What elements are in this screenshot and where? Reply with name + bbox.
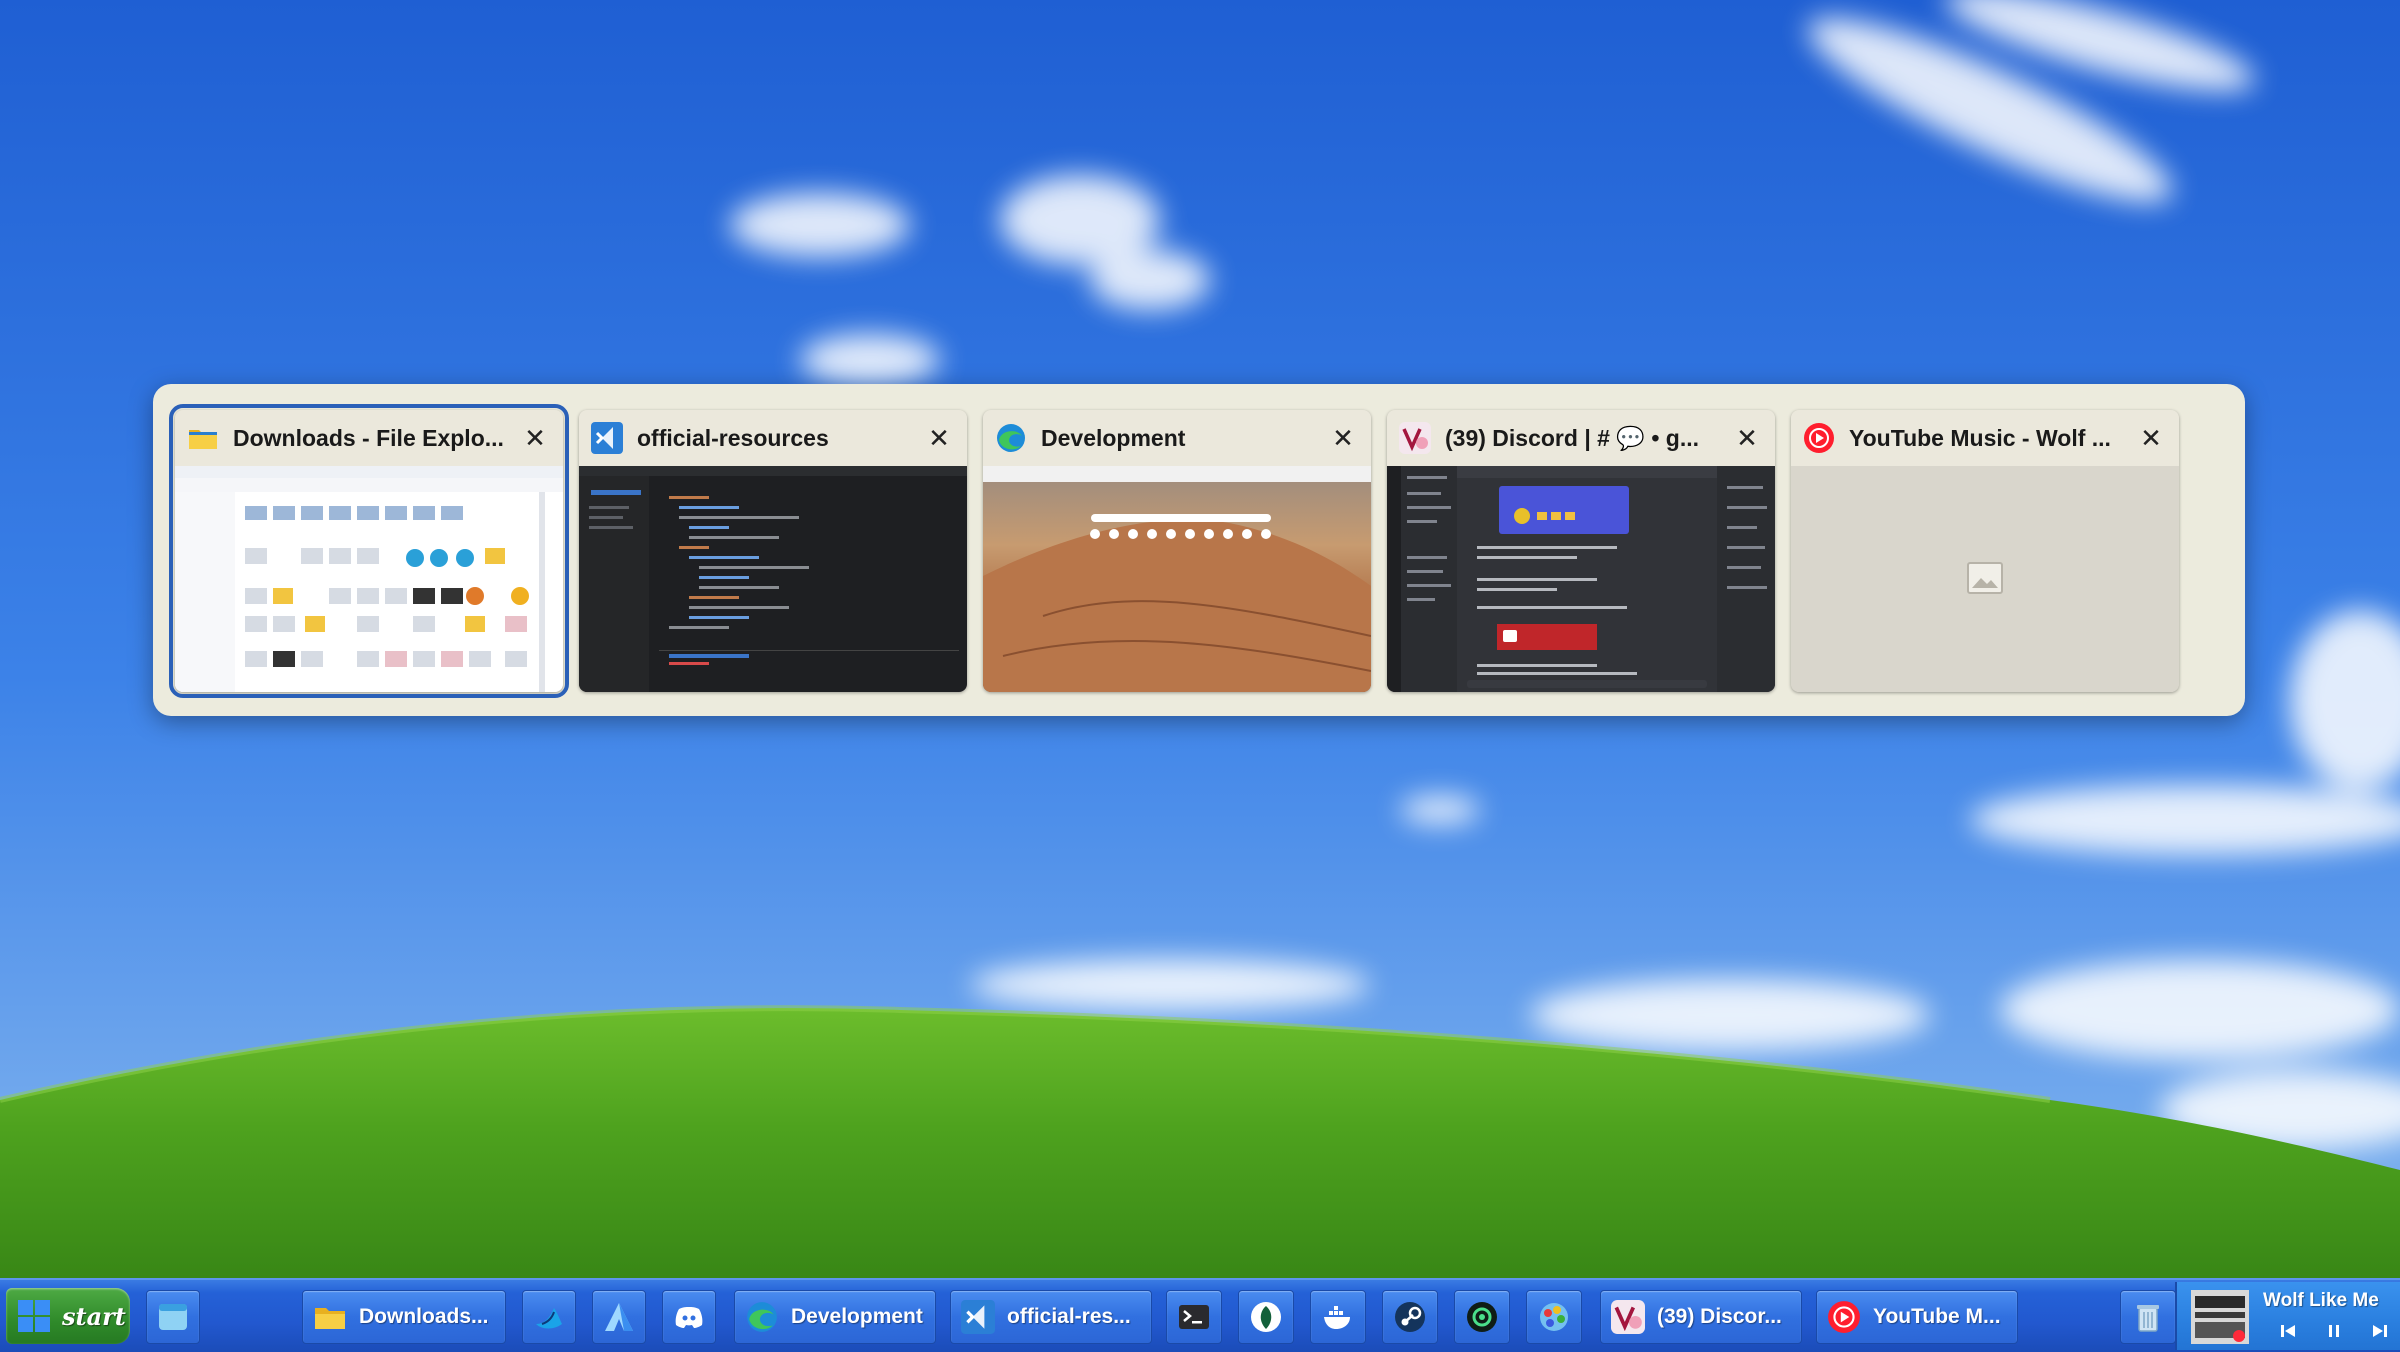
close-icon[interactable]: ✕ — [1325, 420, 1361, 456]
paint-icon — [1540, 1303, 1568, 1331]
steam-icon — [1395, 1302, 1425, 1332]
arc-a-icon — [605, 1303, 633, 1331]
media-track-title: Wolf Like Me — [2263, 1290, 2379, 1311]
taskbar-button-edge[interactable]: Development — [734, 1290, 936, 1344]
windows-logo-icon — [18, 1300, 50, 1332]
edge-icon — [997, 424, 1025, 452]
vscode-icon — [961, 1300, 995, 1334]
window-card-header: Downloads - File Explo... ✕ — [175, 410, 563, 466]
taskbar-button-recycle-bin[interactable] — [2120, 1290, 2176, 1344]
edge-icon — [747, 1302, 777, 1332]
window-icon — [159, 1304, 187, 1330]
media-tray: Wolf Like Me — [2175, 1282, 2400, 1350]
taskbar-button-discord[interactable] — [662, 1290, 716, 1344]
window-card-file-explorer[interactable]: Downloads - File Explo... ✕ — [169, 404, 569, 698]
leaf-icon — [1251, 1302, 1281, 1332]
taskbar-button-file-explorer[interactable]: Downloads... — [302, 1290, 506, 1344]
pause-icon[interactable] — [2323, 1320, 2345, 1342]
window-preview-placeholder — [1791, 466, 2179, 692]
bird-app-icon — [536, 1308, 562, 1329]
taskbar-button-label: YouTube M... — [1873, 1305, 2001, 1328]
window-card-header: official-resources ✕ — [579, 410, 967, 466]
taskbar-button-youtube-music[interactable]: YouTube M... — [1816, 1290, 2018, 1344]
taskbar-button-chatgpt[interactable] — [1454, 1290, 1510, 1344]
taskbar-button-bird-app[interactable] — [522, 1290, 576, 1344]
image-placeholder-icon — [1967, 562, 2003, 594]
taskbar-button-label: Downloads... — [359, 1305, 489, 1328]
taskbar-button-label: official-res... — [1007, 1305, 1131, 1328]
openai-icon — [1467, 1302, 1497, 1332]
vscode-icon — [591, 422, 623, 454]
taskbar-button-label: (39) Discor... — [1657, 1305, 1782, 1328]
window-card-title: Downloads - File Explo... — [233, 424, 503, 451]
taskbar-button-docker[interactable] — [1310, 1290, 1366, 1344]
window-card-discord[interactable]: (39) Discord | # 💬 • g... ✕ — [1387, 410, 1775, 692]
taskbar-button-steam[interactable] — [1382, 1290, 1438, 1344]
window-preview-thumbnail — [175, 466, 563, 692]
previous-icon[interactable] — [2277, 1320, 2299, 1342]
youtube-music-icon — [1804, 423, 1834, 453]
close-icon[interactable]: ✕ — [921, 420, 957, 456]
window-card-youtube-music[interactable]: YouTube Music - Wolf ... ✕ — [1791, 410, 2179, 692]
window-card-title: (39) Discord | # 💬 • g... — [1445, 424, 1700, 451]
taskbar-button-vscode[interactable]: official-res... — [950, 1290, 1152, 1344]
taskbar-button-leaf-app[interactable] — [1238, 1290, 1294, 1344]
taskbar-button-show-desktop[interactable] — [146, 1290, 200, 1344]
close-icon[interactable]: ✕ — [1729, 420, 1765, 456]
window-card-edge[interactable]: Development ✕ — [983, 410, 1371, 692]
docker-icon — [1324, 1306, 1350, 1329]
window-preview-thumbnail — [579, 466, 967, 692]
folder-icon — [315, 1308, 345, 1329]
terminal-icon — [1179, 1305, 1209, 1329]
window-card-title: official-resources — [637, 424, 829, 451]
vencord-icon — [1611, 1300, 1645, 1334]
window-switcher: Downloads - File Explo... ✕ official-res… — [153, 384, 2245, 716]
taskbar-button-arc-a[interactable] — [592, 1290, 646, 1344]
window-card-title: Development — [1041, 424, 1186, 451]
recycle-bin-icon — [2137, 1305, 2159, 1332]
folder-icon — [189, 430, 217, 449]
taskbar: start Downloads... Development official-… — [0, 1278, 2400, 1352]
album-art-thumbnail — [2191, 1290, 2249, 1344]
window-preview-thumbnail — [1387, 466, 1775, 692]
youtube-music-icon — [1828, 1301, 1860, 1333]
vencord-icon — [1399, 422, 1431, 454]
close-icon[interactable]: ✕ — [2133, 420, 2169, 456]
taskbar-button-terminal[interactable] — [1166, 1290, 1222, 1344]
start-button[interactable]: start — [6, 1288, 130, 1344]
taskbar-button-vencord-discord[interactable]: (39) Discor... — [1600, 1290, 1802, 1344]
window-card-header: Development ✕ — [983, 410, 1371, 466]
window-card-header: YouTube Music - Wolf ... ✕ — [1791, 410, 2179, 466]
taskbar-button-label: Development — [791, 1305, 923, 1328]
discord-icon — [675, 1307, 703, 1328]
start-label: start — [62, 1301, 126, 1331]
taskbar-button-paint[interactable] — [1526, 1290, 1582, 1344]
window-preview-thumbnail — [983, 466, 1371, 692]
close-icon[interactable]: ✕ — [517, 420, 553, 456]
window-card-vscode[interactable]: official-resources ✕ — [579, 410, 967, 692]
window-card-title: YouTube Music - Wolf ... — [1849, 424, 2111, 451]
next-icon[interactable] — [2369, 1320, 2391, 1342]
window-card-header: (39) Discord | # 💬 • g... ✕ — [1387, 410, 1775, 466]
